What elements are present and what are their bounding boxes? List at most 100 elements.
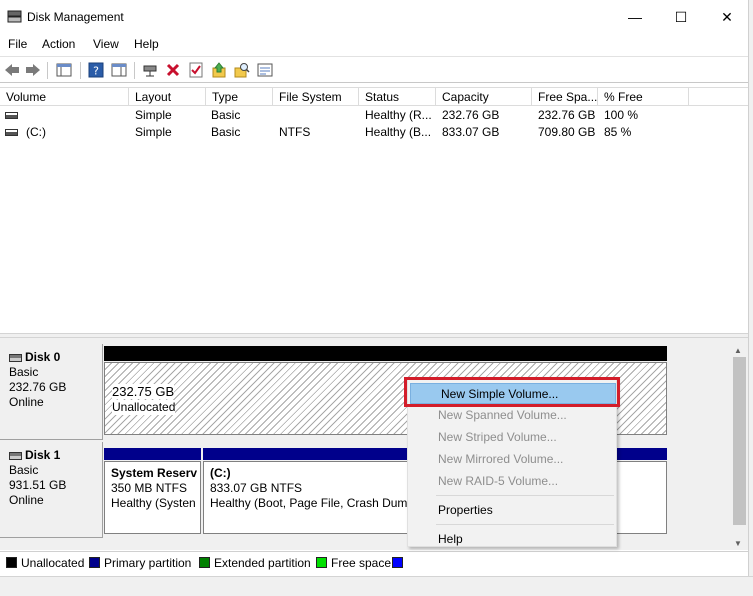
layout-cell: Simple xyxy=(135,125,172,139)
toolbar: ? xyxy=(0,56,753,83)
disk-0-label[interactable]: Disk 0 Basic 232.76 GB Online xyxy=(0,344,103,440)
disk-1-type: Basic xyxy=(9,463,39,477)
disk-1-size: 931.51 GB xyxy=(9,478,67,492)
menu-separator xyxy=(436,524,614,525)
table-row[interactable]: Simple Basic Healthy (R... 232.76 GB 232… xyxy=(0,107,748,124)
column-header-free-space[interactable]: Free Spa... xyxy=(532,88,598,106)
menu-separator xyxy=(436,495,614,496)
partition-title: System Reserv xyxy=(111,466,198,480)
disk-0-state: Online xyxy=(9,395,44,409)
disk-0-size: 232.76 GB xyxy=(9,380,67,394)
column-header-percent-free[interactable]: % Free xyxy=(598,88,689,106)
status-cell: Healthy (B... xyxy=(365,125,432,139)
percent-free-cell: 100 % xyxy=(604,108,639,122)
menu-item-properties[interactable]: Properties xyxy=(408,500,616,521)
close-button[interactable]: ✕ xyxy=(704,0,750,34)
window-title: Disk Management xyxy=(27,10,124,24)
unallocated-label: Unallocated xyxy=(112,400,176,415)
delete-icon[interactable] xyxy=(164,61,182,79)
window-edge xyxy=(748,0,753,596)
disk-management-icon xyxy=(7,10,22,23)
menu-action[interactable]: Action xyxy=(42,37,75,51)
file-system-cell xyxy=(279,107,359,124)
column-header-layout[interactable]: Layout xyxy=(129,88,206,106)
scroll-down-icon[interactable]: ▼ xyxy=(734,539,742,548)
legend-label: Extended partition xyxy=(214,556,311,570)
primary-partition-bar xyxy=(104,448,201,460)
disk-1-label[interactable]: Disk 1 Basic 931.51 GB Online xyxy=(0,442,103,538)
column-header-capacity[interactable]: Capacity xyxy=(436,88,532,106)
help-icon[interactable]: ? xyxy=(87,61,105,79)
status-cell: Healthy (R... xyxy=(365,108,432,122)
menu-item-new-striped-volume: New Striped Volume... xyxy=(438,430,557,444)
column-header-volume[interactable]: Volume xyxy=(0,88,129,106)
menu-file[interactable]: File xyxy=(8,37,27,51)
disk-1-state: Online xyxy=(9,493,44,507)
legend-primary-partition: Primary partition xyxy=(89,556,191,570)
vertical-scrollbar[interactable]: ▲ ▼ xyxy=(731,345,748,550)
search-folder-icon[interactable] xyxy=(233,61,251,79)
unallocated-size: 232.75 GB xyxy=(112,384,175,399)
up-folder-icon[interactable] xyxy=(210,61,228,79)
disk-1-name: Disk 1 xyxy=(25,448,61,462)
capacity-cell: 833.07 GB xyxy=(442,125,500,139)
legend-swatch xyxy=(392,557,403,568)
forward-arrow-icon[interactable] xyxy=(24,61,42,79)
status-bar xyxy=(0,576,753,596)
type-cell: Basic xyxy=(211,108,241,122)
show-hide-console-tree-icon[interactable] xyxy=(55,61,73,79)
legend-logical-drive xyxy=(392,556,407,570)
disk-0-name: Disk 0 xyxy=(25,350,61,364)
column-header-status[interactable]: Status xyxy=(359,88,436,106)
legend-extended-partition: Extended partition xyxy=(199,556,311,570)
partition-size: 350 MB NTFS xyxy=(111,481,188,495)
menu-item-new-mirrored-volume: New Mirrored Volume... xyxy=(438,452,564,466)
menu-help[interactable]: Help xyxy=(134,37,159,51)
volume-list-header: Volume Layout Type File System Status Ca… xyxy=(0,88,748,106)
scroll-up-icon[interactable]: ▲ xyxy=(734,346,742,355)
menu-item-help[interactable]: Help xyxy=(408,529,616,550)
scrollbar-thumb[interactable] xyxy=(733,357,746,525)
system-reserved-partition[interactable]: System Reserv 350 MB NTFS Healthy (Syste… xyxy=(104,461,201,534)
volume-cell: (C:) xyxy=(5,124,129,141)
action-pane-icon[interactable] xyxy=(110,61,128,79)
toolbar-separator xyxy=(80,62,81,79)
legend-label: Free space xyxy=(331,556,392,570)
partition-status: Healthy (Systen xyxy=(111,496,196,510)
percent-free-cell: 85 % xyxy=(604,125,632,139)
unallocated-bar xyxy=(104,346,667,361)
capacity-cell: 232.76 GB xyxy=(442,108,500,122)
minimize-button[interactable]: — xyxy=(612,0,658,34)
disk-icon xyxy=(9,353,22,362)
column-header-file-system[interactable]: File System xyxy=(273,88,359,106)
free-space-cell: 709.80 GB xyxy=(538,125,596,139)
volume-name: (C:) xyxy=(26,125,46,139)
menu-item-new-spanned-volume: New Spanned Volume... xyxy=(438,408,567,422)
title-bar: Disk Management — ☐ ✕ xyxy=(0,0,753,34)
volume-icon xyxy=(5,129,18,137)
legend-label: Primary partition xyxy=(104,556,192,570)
column-header-type[interactable]: Type xyxy=(206,88,273,106)
type-cell: Basic xyxy=(211,125,241,139)
table-row[interactable]: (C:) Simple Basic NTFS Healthy (B... 833… xyxy=(0,124,748,141)
maximize-button[interactable]: ☐ xyxy=(658,0,704,34)
disk-0-type: Basic xyxy=(9,365,39,379)
properties-checklist-icon[interactable] xyxy=(187,61,205,79)
legend-swatch xyxy=(199,557,210,568)
connect-drive-icon[interactable] xyxy=(141,61,159,79)
view-settings-icon[interactable] xyxy=(256,61,274,79)
legend-unallocated: Unallocated xyxy=(6,556,84,570)
back-arrow-icon[interactable] xyxy=(3,61,21,79)
volume-list: Volume Layout Type File System Status Ca… xyxy=(0,87,748,332)
toolbar-separator xyxy=(47,62,48,79)
disk-graphical-view: Disk 0 Basic 232.76 GB Online 232.75 GB … xyxy=(0,338,748,550)
legend-free-space: Free space xyxy=(316,556,391,570)
menu-view[interactable]: View xyxy=(93,37,119,51)
legend-swatch xyxy=(316,557,327,568)
legend: Unallocated Primary partition Extended p… xyxy=(0,551,748,576)
annotation-highlight-box xyxy=(404,377,620,407)
menu-bar: File Action View Help xyxy=(0,34,753,56)
menu-item-new-raid5-volume: New RAID-5 Volume... xyxy=(438,474,559,488)
file-system-cell: NTFS xyxy=(279,125,311,139)
legend-swatch xyxy=(89,557,100,568)
